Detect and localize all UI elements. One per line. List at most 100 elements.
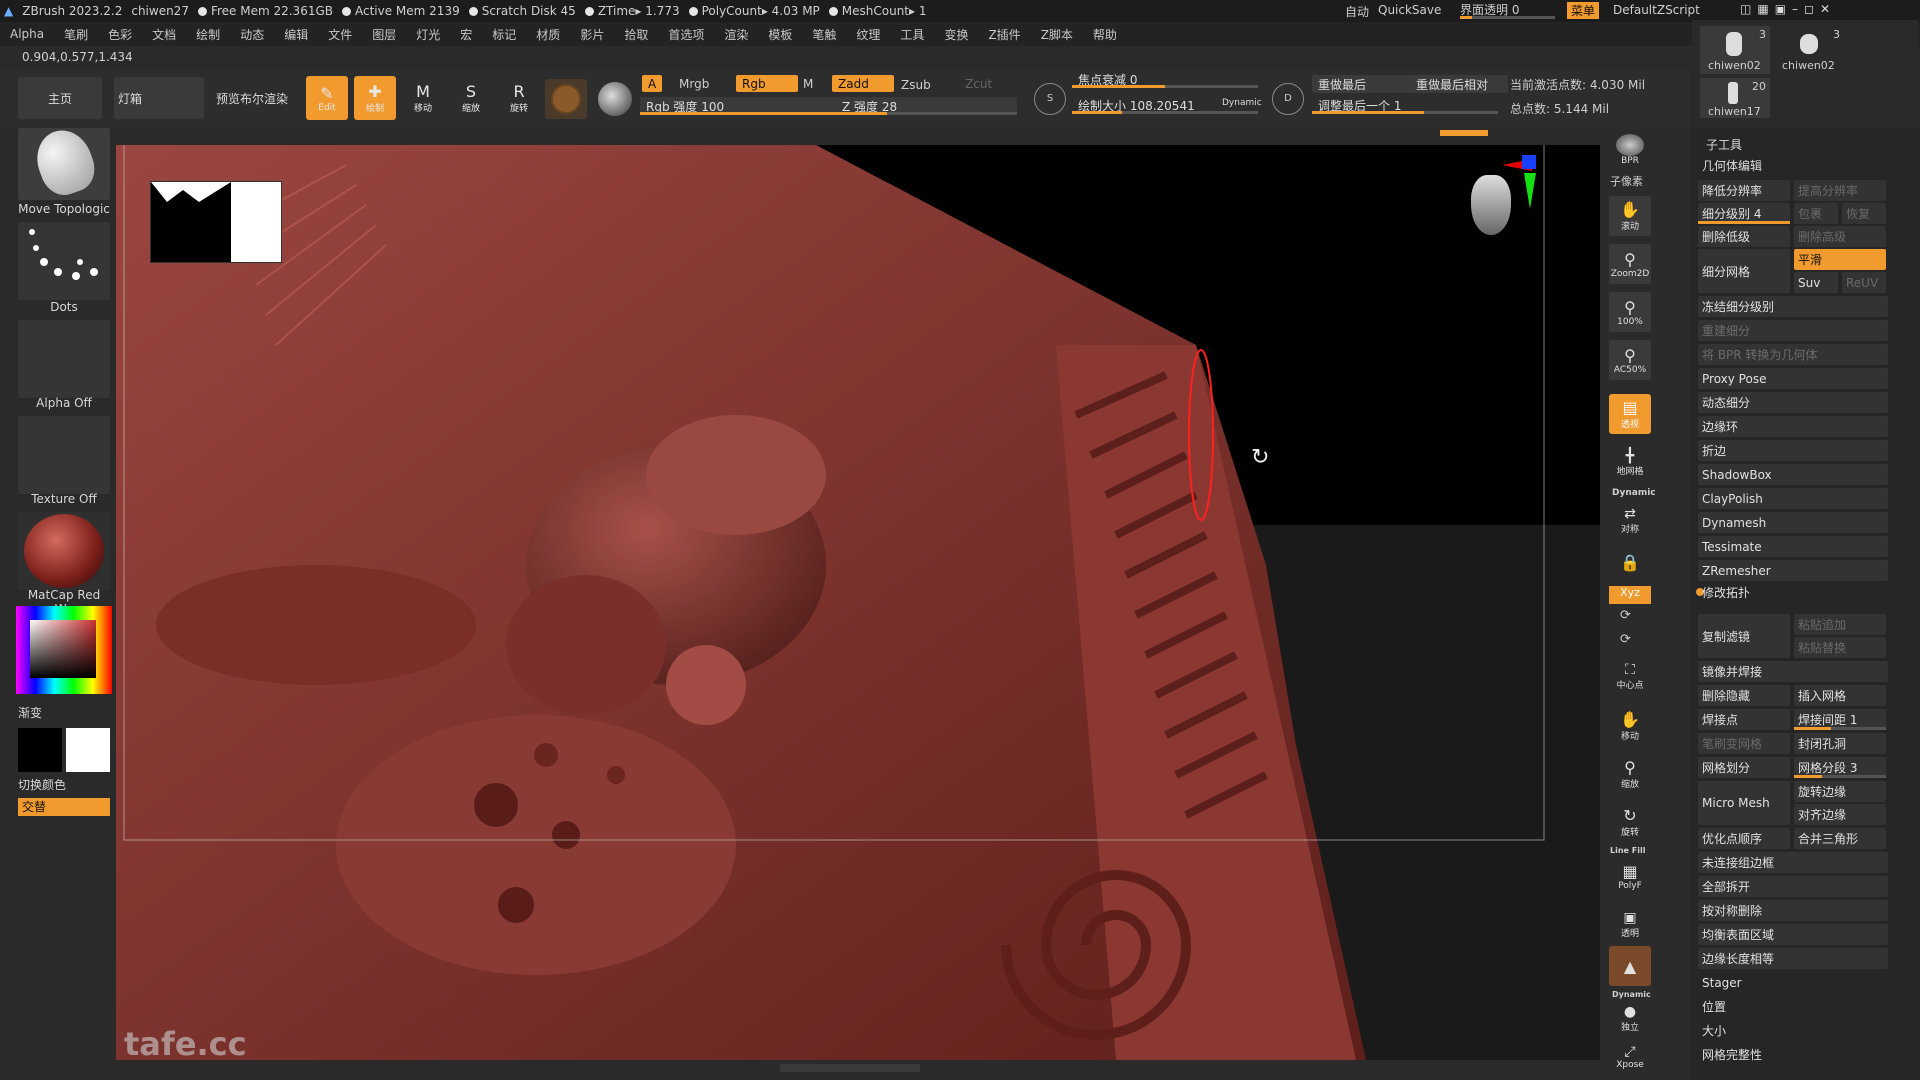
polyframe-button[interactable]: ▦ PolyF [1609,856,1651,896]
menu-item[interactable]: 宏 [460,26,472,43]
reconstruct-subdiv-button[interactable]: 重建细分 [1698,320,1888,341]
geometry-header[interactable]: 几何体编辑 [1702,157,1762,174]
position-section[interactable]: 位置 [1698,996,1888,1017]
menu-item[interactable]: 图层 [372,26,396,43]
crease-section[interactable]: 折边 [1698,440,1888,461]
solo-button[interactable]: ● 独立 [1609,998,1651,1038]
floor-grid-button[interactable]: ╋ 地网格 [1609,442,1651,482]
micro-mesh-button[interactable]: Micro Mesh [1698,781,1790,825]
menu-item[interactable]: 文档 [152,26,176,43]
m-toggle[interactable]: M [797,75,819,92]
actual-size-button[interactable]: ⚲ 100% [1609,292,1651,332]
dynamic-subdiv-section[interactable]: 动态细分 [1698,392,1888,413]
close-holes-button[interactable]: 封闭孔洞 [1794,733,1886,754]
zcut-toggle[interactable]: Zcut [959,75,998,92]
bottom-shelf-handle[interactable] [780,1064,920,1072]
weld-points-button[interactable]: 焊接点 [1698,709,1790,730]
rgb-toggle[interactable]: Rgb [736,75,798,92]
menu-item[interactable]: 笔刷 [64,26,88,43]
rotate-view-button[interactable]: ↻ 旋转 [1609,802,1651,842]
menu-item[interactable]: 影片 [580,26,604,43]
xpose-button[interactable]: ⤢ Xpose [1609,1038,1651,1076]
menu-item[interactable]: Alpha [10,27,44,41]
dynamic-draw-size-toggle[interactable]: Dynamic [1222,98,1262,108]
menu-item[interactable]: 首选项 [668,26,704,43]
switch-color-button[interactable]: 切换颜色 [18,776,110,793]
proxy-pose-section[interactable]: Proxy Pose [1698,368,1888,389]
home-button[interactable]: 主页 [18,77,102,119]
main-color-swatch[interactable] [66,728,110,772]
zadd-toggle[interactable]: Zadd [832,75,894,92]
menu-item[interactable]: 色彩 [108,26,132,43]
transparency-button[interactable]: ▣ 透明 [1609,904,1651,944]
sdiv-slider[interactable]: 细分级别 4 [1698,203,1790,224]
a-toggle[interactable]: A [642,75,663,92]
shadowbox-section[interactable]: ShadowBox [1698,464,1888,485]
lightbox-button[interactable]: 灯箱 [114,77,204,119]
menu-toggle-button[interactable]: 菜单 [1567,2,1599,19]
menu-item[interactable]: 渲染 [724,26,748,43]
half-size-button[interactable]: ⚲ AC50% [1609,340,1651,380]
mrgb-toggle[interactable]: Mrgb [673,75,715,92]
cage-button[interactable]: 包裹 [1794,203,1838,224]
mesh-from-brush-button[interactable]: 笔刷变网格 [1698,733,1790,754]
draw-button[interactable]: ✚ 绘制 [354,76,396,120]
stager-section[interactable]: Stager [1698,972,1888,993]
y-rotation-icon[interactable]: ⟳ [1620,608,1631,623]
bpr-button[interactable]: BPR [1609,130,1651,170]
divide-button[interactable]: 细分网格 [1698,249,1790,293]
edit-button[interactable]: ✎ Edit [306,76,348,120]
higher-res-button[interactable]: 提高分辨率 [1794,180,1886,201]
grid-segments-slider[interactable]: 网格分段 3 [1794,757,1886,778]
perspective-button[interactable]: ▤ 透视 [1609,394,1651,434]
delete-lower-button[interactable]: 删除低级 [1698,226,1790,247]
menu-item[interactable]: 灯光 [416,26,440,43]
equalize-surface-button[interactable]: 均衡表面区域 [1698,924,1888,945]
material-sphere-icon[interactable] [598,82,632,116]
replay-last-relative-button[interactable]: 重做最后相对 [1410,75,1508,93]
frame-button[interactable]: ⛶ 中心点 [1609,656,1651,696]
menu-item[interactable]: 文件 [328,26,352,43]
delete-by-symmetry-button[interactable]: 按对称删除 [1698,900,1888,921]
menu-item[interactable]: 纹理 [856,26,880,43]
paste-replace-button[interactable]: 粘贴替换 [1794,637,1886,658]
xyz-rotation-toggle[interactable]: Xyz [1609,586,1651,604]
unweld-groups-button[interactable]: 未连接组边框 [1698,852,1888,873]
move-view-button[interactable]: ✋ 移动 [1609,706,1651,746]
freeze-subdiv-button[interactable]: 冻结细分级别 [1698,296,1888,317]
ui-transparency-slider[interactable]: 界面透明 0 [1460,1,1560,19]
menu-item[interactable]: 模板 [768,26,792,43]
insert-mesh-button[interactable]: 插入网格 [1794,685,1886,706]
canvas-viewport[interactable]: ↻ tafe.cc [116,145,1600,1060]
edge-loop-section[interactable]: 边缘环 [1698,416,1888,437]
subtool-header[interactable]: 子工具 [1706,136,1742,153]
adjust-last-slider[interactable]: 调整最后一个 1 [1312,96,1498,114]
merge-tris-button[interactable]: 合并三角形 [1794,828,1886,849]
reuv-toggle[interactable]: ReUV [1842,272,1886,293]
menu-item[interactable]: 拾取 [624,26,648,43]
symmetry-button[interactable]: ⇄ 对称 [1609,500,1651,540]
subtool-thumb[interactable]: 3 chiwen02 [1774,26,1844,74]
menu-item[interactable]: 标记 [492,26,516,43]
spin-edge-button[interactable]: 旋转边缘 [1794,781,1886,802]
z-rotation-icon[interactable]: ⟳ [1620,632,1631,647]
delete-hidden-button[interactable]: 删除隐藏 [1698,685,1790,706]
window-controls[interactable]: ◫▦▣–◻✕ [1740,2,1836,16]
dynamesh-section[interactable]: Dynamesh [1698,512,1888,533]
menu-item[interactable]: 编辑 [284,26,308,43]
unweld-all-button[interactable]: 全部拆开 [1698,876,1888,897]
menu-item[interactable]: Z脚本 [1041,26,1073,43]
optimize-points-button[interactable]: 优化点顺序 [1698,828,1790,849]
copy-button[interactable]: 复制滤镜 [1698,614,1790,658]
menu-item[interactable]: 笔触 [812,26,836,43]
gyro-button[interactable] [545,79,587,119]
grid-divide-button[interactable]: 网格划分 [1698,757,1790,778]
bpr-preview-button[interactable]: 预览布尔渲染 [210,77,294,119]
orientation-gizmo[interactable] [1466,155,1536,235]
default-zscript-button[interactable]: DefaultZScript [1613,3,1700,17]
subtool-thumb[interactable]: 3 chiwen02 [1700,26,1770,74]
scroll-button[interactable]: ✋ 滚动 [1609,196,1651,236]
focal-shift-slider[interactable]: 焦点衰减 0 [1072,70,1258,88]
lock-button[interactable]: 🔒 [1609,542,1651,582]
rotate-button[interactable]: R 旋转 [498,76,540,120]
